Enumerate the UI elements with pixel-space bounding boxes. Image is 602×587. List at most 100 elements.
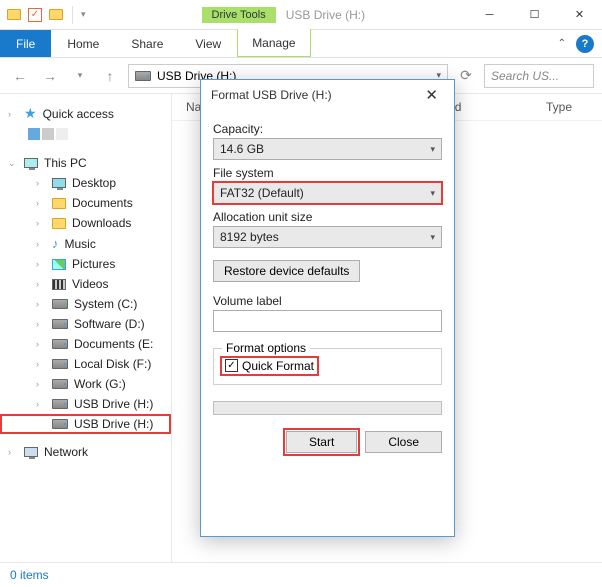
- drive-icon: [52, 299, 68, 309]
- sidebar-item-work-g[interactable]: ›Work (G:): [0, 374, 171, 394]
- refresh-button[interactable]: ⟳: [454, 64, 478, 88]
- sidebar-label: Network: [44, 445, 88, 459]
- sidebar-item-software-d[interactable]: ›Software (D:): [0, 314, 171, 334]
- sidebar-label: Documents (E:: [74, 337, 153, 351]
- allocation-value: 8192 bytes: [220, 230, 279, 244]
- drive-icon: [52, 339, 68, 349]
- volume-label-input[interactable]: [213, 310, 442, 332]
- qat-folder-icon[interactable]: [48, 7, 64, 23]
- drive-icon: [52, 359, 68, 369]
- sidebar-label: Downloads: [72, 216, 131, 230]
- maximize-button[interactable]: ☐: [512, 0, 557, 30]
- sidebar-label: USB Drive (H:): [74, 397, 153, 411]
- sidebar-label: Software (D:): [74, 317, 145, 331]
- quick-format-label: Quick Format: [242, 359, 314, 373]
- view-tab[interactable]: View: [179, 30, 237, 57]
- qat-dropdown-icon[interactable]: ▾: [81, 9, 86, 20]
- allocation-select[interactable]: 8192 bytes ▾: [213, 226, 442, 248]
- minimize-button[interactable]: ─: [467, 0, 512, 30]
- dialog-buttons: Start Close: [213, 431, 442, 453]
- sidebar-item-usb-h[interactable]: ›USB Drive (H:): [0, 394, 171, 414]
- allocation-label: Allocation unit size: [213, 210, 442, 224]
- filesystem-select[interactable]: FAT32 (Default) ▾: [213, 182, 442, 204]
- drive-icon: [52, 319, 68, 329]
- pictures-icon: [52, 259, 66, 270]
- quick-access-node[interactable]: › ★ Quick access: [0, 102, 171, 125]
- chevron-down-icon: ▾: [430, 188, 435, 199]
- videos-icon: [52, 279, 66, 290]
- chevron-right-icon[interactable]: ›: [8, 447, 18, 457]
- dialog-title-bar[interactable]: Format USB Drive (H:) ✕: [201, 80, 454, 110]
- desktop-icon: [52, 178, 66, 188]
- home-tab[interactable]: Home: [51, 30, 115, 57]
- thumb-icon: [28, 128, 40, 140]
- sidebar-label: Quick access: [43, 107, 114, 121]
- drive-icon: [52, 419, 68, 429]
- sidebar-label: Work (G:): [74, 377, 126, 391]
- sidebar-item-documents-e[interactable]: ›Documents (E:: [0, 334, 171, 354]
- window-title: USB Drive (H:): [286, 8, 467, 22]
- network-node[interactable]: › Network: [0, 442, 171, 462]
- drive-icon: [52, 379, 68, 389]
- format-options-legend: Format options: [222, 341, 310, 355]
- sidebar-label: Local Disk (F:): [74, 357, 151, 371]
- quick-format-checkbox[interactable]: ✓ Quick Format: [222, 358, 317, 374]
- sidebar-item-local-f[interactable]: ›Local Disk (F:): [0, 354, 171, 374]
- sidebar-label: Desktop: [72, 176, 116, 190]
- sidebar-item-videos[interactable]: ›Videos: [0, 274, 171, 294]
- sidebar-label: This PC: [44, 156, 87, 170]
- sidebar-label: Documents: [72, 196, 133, 210]
- title-bar: ✓ ▾ Drive Tools USB Drive (H:) ─ ☐ ✕: [0, 0, 602, 30]
- dialog-close-button[interactable]: ✕: [419, 84, 444, 106]
- capacity-select[interactable]: 14.6 GB ▾: [213, 138, 442, 160]
- drive-icon: [135, 71, 151, 81]
- file-tab[interactable]: File: [0, 30, 51, 57]
- close-button[interactable]: ✕: [557, 0, 602, 30]
- drive-tools-context-label: Drive Tools: [202, 7, 276, 23]
- sidebar-item-pictures[interactable]: ›Pictures: [0, 254, 171, 274]
- thumb-icon: [56, 128, 68, 140]
- capacity-value: 14.6 GB: [220, 142, 264, 156]
- navigation-pane: › ★ Quick access ⌄ This PC ›Desktop ›Doc…: [0, 94, 172, 562]
- filesystem-value: FAT32 (Default): [220, 186, 304, 200]
- sidebar-label: Videos: [72, 277, 108, 291]
- chevron-right-icon[interactable]: ›: [8, 109, 18, 119]
- start-button[interactable]: Start: [286, 431, 357, 453]
- up-button[interactable]: ↑: [98, 64, 122, 88]
- column-type[interactable]: Type: [546, 100, 572, 114]
- format-options-group: Format options ✓ Quick Format: [213, 348, 442, 385]
- sidebar-item-usb-h-selected[interactable]: USB Drive (H:): [0, 414, 171, 434]
- pinned-thumbnails[interactable]: [0, 125, 171, 143]
- restore-defaults-button[interactable]: Restore device defaults: [213, 260, 360, 282]
- sidebar-item-desktop[interactable]: ›Desktop: [0, 173, 171, 193]
- forward-button[interactable]: →: [38, 64, 62, 88]
- close-dialog-button[interactable]: Close: [365, 431, 442, 453]
- manage-tab[interactable]: Manage: [237, 29, 310, 57]
- sidebar-item-music[interactable]: ›♪Music: [0, 233, 171, 254]
- checkbox-icon: ✓: [225, 359, 238, 372]
- volume-label-label: Volume label: [213, 294, 442, 308]
- music-icon: ♪: [52, 236, 59, 251]
- status-bar: 0 items: [0, 562, 602, 586]
- status-item-count: 0 items: [10, 568, 49, 582]
- share-tab[interactable]: Share: [115, 30, 179, 57]
- dialog-body: Capacity: 14.6 GB ▾ File system FAT32 (D…: [201, 110, 454, 459]
- chevron-down-icon: ▾: [430, 232, 435, 243]
- this-pc-node[interactable]: ⌄ This PC: [0, 153, 171, 173]
- star-icon: ★: [24, 105, 37, 122]
- capacity-label: Capacity:: [213, 122, 442, 136]
- qat-checkbox-icon[interactable]: ✓: [28, 8, 42, 22]
- chevron-down-icon[interactable]: ⌄: [8, 158, 18, 169]
- sidebar-label: USB Drive (H:): [74, 417, 153, 431]
- sidebar-item-documents[interactable]: ›Documents: [0, 193, 171, 213]
- sidebar-label: Music: [65, 237, 96, 251]
- recent-dropdown-icon[interactable]: ▾: [68, 64, 92, 88]
- sidebar-label: Pictures: [72, 257, 115, 271]
- help-icon[interactable]: ?: [576, 35, 594, 53]
- search-input[interactable]: Search US...: [484, 64, 594, 88]
- sidebar-item-downloads[interactable]: ›Downloads: [0, 213, 171, 233]
- ribbon-collapse-icon[interactable]: ⌃: [558, 38, 566, 49]
- back-button[interactable]: ←: [8, 64, 32, 88]
- sidebar-item-system-c[interactable]: ›System (C:): [0, 294, 171, 314]
- chevron-down-icon: ▾: [430, 144, 435, 155]
